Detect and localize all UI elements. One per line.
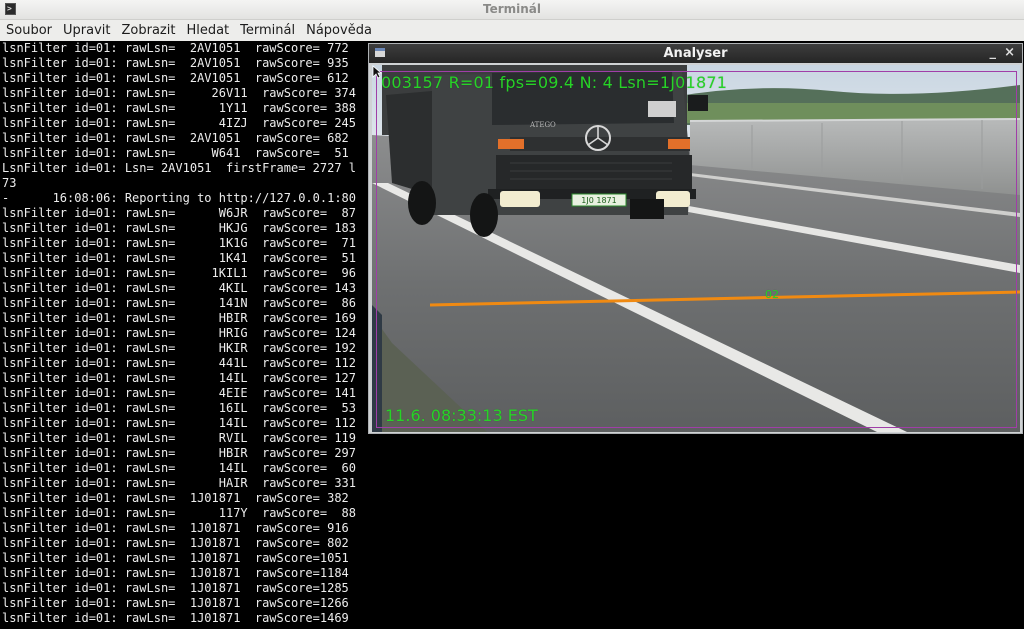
terminal-line: - 16:08:06: Reporting to http://127.0.0.…: [2, 191, 357, 205]
terminal-line: lsnFilter id=01: rawLsn= W6JR rawScore= …: [2, 206, 357, 220]
terminal-line: lsnFilter id=01: rawLsn= 1K41 rawScore= …: [2, 251, 357, 265]
terminal-line: lsnFilter id=01: rawLsn= 441L rawScore= …: [2, 356, 357, 370]
terminal-line: lsnFilter id=01: rawLsn= 1J01871 rawScor…: [2, 521, 349, 535]
terminal-line: lsnFilter id=01: rawLsn= 4KIL rawScore= …: [2, 281, 357, 295]
window-titlebar[interactable]: > Terminál: [0, 0, 1024, 20]
hud-timestamp: 11.6. 08:33:13 EST: [385, 406, 538, 425]
terminal-line: lsnFilter id=01: rawLsn= 4EIE rawScore= …: [2, 386, 357, 400]
terminal-line: 73: [2, 176, 17, 190]
terminal-line: lsnFilter id=01: rawLsn= 2AV1051 rawScor…: [2, 41, 349, 55]
roi-label: 02: [765, 288, 779, 301]
hud-status-text: 003157 R=01 fps=09.4 N: 4 Lsn=1J01871: [381, 73, 728, 92]
analyser-title: Analyser: [663, 46, 728, 61]
terminal-line: lsnFilter id=01: rawLsn= 1J01871 rawScor…: [2, 491, 349, 505]
menu-upravit[interactable]: Upravit: [57, 23, 115, 38]
terminal-line: lsnFilter id=01: rawLsn= 1J01871 rawScor…: [2, 551, 349, 565]
menu-soubor[interactable]: Soubor: [0, 23, 57, 38]
terminal-line: lsnFilter id=01: rawLsn= HBIR rawScore= …: [2, 446, 357, 460]
terminal-line: lsnFilter id=01: rawLsn= 117Y rawScore= …: [2, 506, 357, 520]
analyser-titlebar[interactable]: Analyser _ ×: [369, 44, 1022, 63]
terminal-line: lsnFilter id=01: rawLsn= HKJG rawScore= …: [2, 221, 357, 235]
menubar: Soubor Upravit Zobrazit Hledat Terminál …: [0, 20, 1024, 42]
terminal-line: lsnFilter id=01: rawLsn= 1K1G rawScore= …: [2, 236, 357, 250]
terminal-line: lsnFilter id=01: rawLsn= 1J01871 rawScor…: [2, 536, 349, 550]
terminal-line: LsnFilter id=01: Lsn= 2AV1051 firstFrame…: [2, 161, 357, 175]
terminal-line: lsnFilter id=01: rawLsn= HRIG rawScore= …: [2, 326, 357, 340]
terminal-line: lsnFilter id=01: rawLsn= W641 rawScore= …: [2, 146, 349, 160]
terminal-line: lsnFilter id=01: rawLsn= HKIR rawScore= …: [2, 341, 357, 355]
terminal-line: lsnFilter id=01: rawLsn= 1J01871 rawScor…: [2, 611, 349, 625]
terminal-line: lsnFilter id=01: rawLsn= HAIR rawScore= …: [2, 476, 357, 490]
close-button[interactable]: ×: [1004, 45, 1015, 60]
terminal-line: lsnFilter id=01: rawLsn= 26V11 rawScore=…: [2, 86, 357, 100]
terminal-line: lsnFilter id=01: rawLsn= 2AV1051 rawScor…: [2, 131, 349, 145]
terminal-line: lsnFilter id=01: rawLsn= 2AV1051 rawScor…: [2, 56, 349, 70]
terminal-line: lsnFilter id=01: rawLsn= 14IL rawScore= …: [2, 416, 357, 430]
menu-hledat[interactable]: Hledat: [180, 23, 234, 38]
terminal-line: lsnFilter id=01: rawLsn= 1KIL1 rawScore=…: [2, 266, 357, 280]
terminal-line: lsnFilter id=01: rawLsn= 1Y11 rawScore= …: [2, 101, 357, 115]
terminal-line: lsnFilter id=01: rawLsn= 1J01871 rawScor…: [2, 566, 349, 580]
menu-terminal[interactable]: Terminál: [234, 23, 300, 38]
menu-zobrazit[interactable]: Zobrazit: [115, 23, 180, 38]
terminal-line: lsnFilter id=01: rawLsn= 14IL rawScore= …: [2, 371, 357, 385]
terminal-line: lsnFilter id=01: rawLsn= RVIL rawScore= …: [2, 431, 357, 445]
window-title: Terminál: [482, 2, 542, 16]
terminal-line: lsnFilter id=01: rawLsn= 1J01871 rawScor…: [2, 581, 349, 595]
minimize-button[interactable]: _: [990, 45, 997, 60]
terminal-line: lsnFilter id=01: rawLsn= 14IL rawScore= …: [2, 461, 357, 475]
terminal-line: lsnFilter id=01: rawLsn= 4IZJ rawScore= …: [2, 116, 357, 130]
terminal-lines: lsnFilter id=01: rawLsn= 2AV1051 rawScor…: [2, 41, 368, 629]
terminal-line: lsnFilter id=01: rawLsn= 2AV1051 rawScor…: [2, 71, 349, 85]
camera-view[interactable]: 1J0 1871 ATEGO 003157 R=01 fps=09.4 N: 4…: [372, 65, 1020, 432]
menu-napoveda[interactable]: Nápověda: [300, 23, 377, 38]
mouse-pointer-icon: [372, 65, 382, 79]
terminal-line: lsnFilter id=01: rawLsn= 141N rawScore= …: [2, 296, 357, 310]
roi-frame: [376, 71, 1017, 428]
terminal-line: lsnFilter id=01: rawLsn= 1J01871 rawScor…: [2, 596, 349, 610]
terminal-line: lsnFilter id=01: rawLsn= HBIR rawScore= …: [2, 311, 357, 325]
terminal-line: lsnFilter id=01: rawLsn= 16IL rawScore= …: [2, 401, 357, 415]
analyser-window[interactable]: Analyser _ × 1J0 1871 ATEGO 003157 R=01 …: [368, 43, 1023, 434]
